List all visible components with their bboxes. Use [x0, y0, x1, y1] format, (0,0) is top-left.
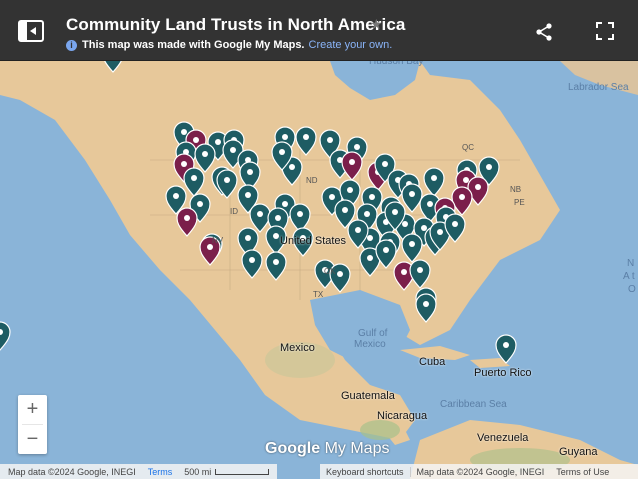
map-data-right-text: Map data ©2024 Google, INEGI	[416, 466, 545, 477]
label-tx: TX	[313, 290, 324, 299]
google-wordmark: Google	[265, 440, 321, 457]
made-with-line: i This map was made with Google My Maps.…	[66, 39, 392, 51]
label-gulf-of: Gulf of	[358, 328, 388, 339]
create-your-own-link[interactable]: Create your own.	[309, 39, 393, 51]
label-guyana: Guyana	[559, 446, 598, 458]
star-icon[interactable]: ★	[370, 16, 383, 33]
label-atlantic-2: A t	[623, 271, 635, 282]
map-data-text: Map data ©2024 Google, INEGI	[8, 466, 136, 477]
scale-bar-line	[215, 468, 270, 475]
fullscreen-icon[interactable]	[595, 21, 615, 41]
mymaps-wordmark: My Maps	[324, 440, 390, 457]
label-nd: ND	[306, 176, 318, 185]
label-gulf-mexico: Mexico	[354, 339, 386, 350]
legend-toggle-icon[interactable]	[18, 20, 44, 42]
zoom-out-button[interactable]: −	[18, 425, 47, 454]
label-mexico: Mexico	[280, 342, 315, 354]
label-puerto-rico: Puerto Rico	[474, 367, 532, 379]
label-guatemala: Guatemala	[341, 390, 395, 402]
label-id: ID	[230, 207, 238, 216]
scale-label: 500 mi	[184, 466, 212, 477]
map-title: Community Land Trusts in North America	[66, 15, 406, 34]
label-atlantic-1: N	[627, 258, 635, 269]
label-venezuela: Venezuela	[477, 432, 529, 444]
share-icon[interactable]	[534, 22, 554, 42]
label-nicaragua: Nicaragua	[377, 410, 428, 422]
label-caribbean-sea: Caribbean Sea	[440, 399, 507, 410]
label-pe: PE	[514, 198, 525, 207]
label-ok: OK	[324, 267, 336, 276]
zoom-control: + −	[18, 395, 47, 454]
label-atlantic-3: O	[628, 284, 636, 295]
made-with-text: This map was made with Google My Maps.	[82, 39, 305, 51]
label-united-states: United States	[280, 235, 347, 247]
google-my-maps-logo: Google My Maps	[265, 440, 389, 458]
label-nb: NB	[510, 185, 522, 194]
zoom-in-button[interactable]: +	[18, 395, 47, 424]
label-labrador-sea: Labrador Sea	[568, 82, 629, 93]
map-header: Community Land Trusts in North America ★…	[0, 0, 638, 61]
keyboard-shortcuts-link[interactable]: Keyboard shortcuts	[320, 466, 411, 477]
map-attribution-right: Keyboard shortcuts Map data ©2024 Google…	[320, 464, 638, 479]
terms-link[interactable]: Terms	[148, 467, 173, 477]
terms-of-use-link[interactable]: Terms of Use	[550, 467, 615, 477]
label-cuba: Cuba	[419, 356, 446, 368]
label-nv: NV	[212, 236, 224, 245]
scale-bar[interactable]: 500 mi	[184, 466, 270, 477]
map-attribution-left: Map data ©2024 Google, INEGI Terms 500 m…	[0, 464, 278, 479]
info-icon: i	[66, 39, 77, 51]
label-qc: QC	[462, 143, 474, 152]
